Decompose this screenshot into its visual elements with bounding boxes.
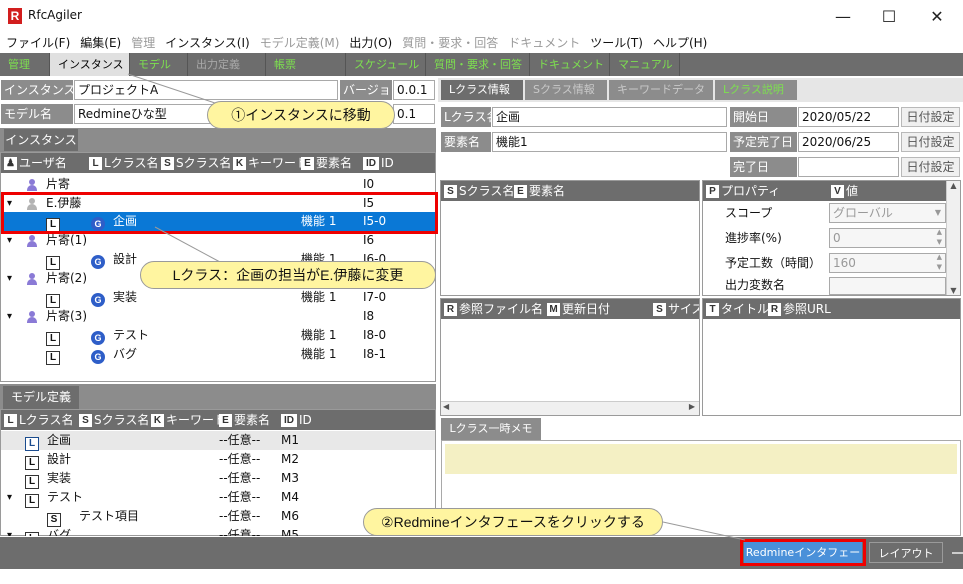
callout-step2: ②Redmineインタフェースをクリックする [363, 508, 663, 536]
callout-step1: ①インスタンスに移動 [207, 101, 395, 129]
pointer-note [154, 226, 221, 263]
pointer-step1 [127, 73, 216, 104]
callout-note: Lクラス：企画の担当がE.伊藤に変更 [140, 261, 436, 289]
pointer-step2 [662, 521, 746, 541]
